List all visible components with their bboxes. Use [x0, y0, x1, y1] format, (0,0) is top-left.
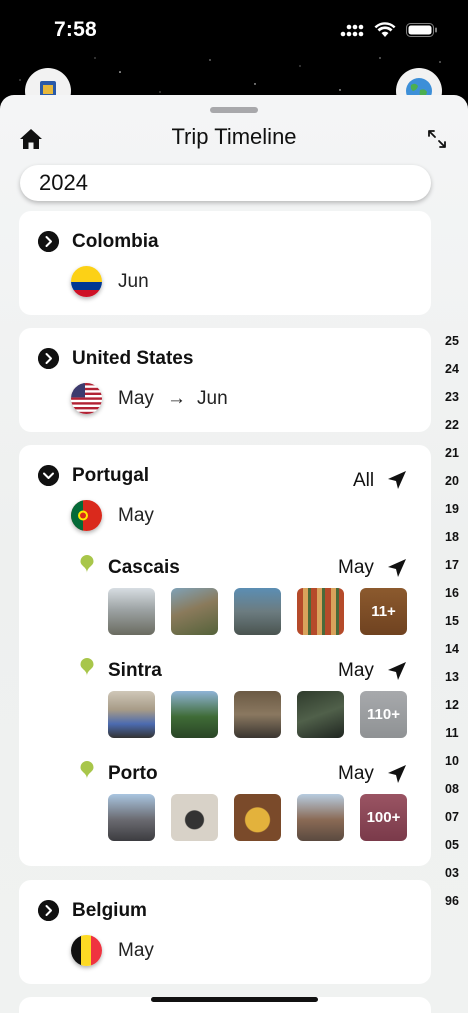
month-range-arrow: → [167, 388, 186, 409]
photo-strip: 110+ [108, 691, 407, 738]
location-arrow-icon[interactable] [387, 764, 407, 784]
filter-all-label[interactable]: All [353, 470, 374, 492]
scrubber-label[interactable]: 20 [436, 467, 468, 495]
scrubber-label[interactable]: 12 [436, 691, 468, 719]
map-pin-icon [80, 761, 94, 779]
home-indicator[interactable] [151, 997, 318, 1002]
country-card-belgium[interactable]: Belgium May [19, 880, 431, 984]
flag-portugal [71, 500, 102, 531]
visit-month-start: May [118, 388, 154, 409]
photo-thumbnail[interactable] [234, 691, 281, 738]
sheet-grabber[interactable] [210, 107, 258, 113]
country-card-portugal[interactable]: Portugal All May Cascais May 11+ Sintra … [19, 445, 431, 866]
city-month: May [338, 557, 374, 578]
scrubber-label[interactable]: 19 [436, 495, 468, 523]
chevron-down-circle-icon[interactable] [38, 465, 59, 486]
battery-icon [406, 23, 437, 37]
location-arrow-icon[interactable] [387, 558, 407, 578]
photo-thumbnail[interactable] [171, 588, 218, 635]
country-name: Belgium [72, 900, 147, 921]
city-month: May [338, 763, 374, 784]
more-photos-thumbnail[interactable]: 11+ [360, 588, 407, 635]
photo-thumbnail[interactable] [234, 588, 281, 635]
status-time: 7:58 [54, 18, 97, 41]
scrubber-label[interactable]: 96 [436, 887, 468, 915]
scrubber-label[interactable]: 21 [436, 439, 468, 467]
photo-thumbnail[interactable] [297, 794, 344, 841]
photo-thumbnail[interactable] [108, 794, 155, 841]
year-scrubber[interactable]: 25 24 23 22 21 20 19 18 17 16 15 14 13 1… [436, 327, 468, 915]
year-selector[interactable]: 2024 [20, 165, 431, 201]
chevron-right-circle-icon[interactable] [38, 348, 59, 369]
scrubber-label[interactable]: 24 [436, 355, 468, 383]
scrubber-label[interactable]: 13 [436, 663, 468, 691]
map-pin-icon [80, 658, 94, 676]
photo-thumbnail[interactable] [108, 588, 155, 635]
country-name: Colombia [72, 231, 159, 252]
city-month: May [338, 660, 374, 681]
wifi-icon [374, 22, 396, 37]
scrubber-label[interactable]: 18 [436, 523, 468, 551]
visit-month-end: Jun [197, 388, 228, 409]
flag-colombia [71, 266, 102, 297]
scrubber-label[interactable]: 17 [436, 551, 468, 579]
scrubber-label[interactable]: 11 [436, 719, 468, 747]
more-photos-thumbnail[interactable]: 110+ [360, 691, 407, 738]
scrubber-label[interactable]: 05 [436, 831, 468, 859]
country-name: Portugal [72, 465, 150, 486]
location-arrow-icon[interactable] [387, 661, 407, 681]
more-photos-count: 11+ [371, 603, 396, 620]
map-pin-icon [80, 555, 94, 573]
scrubber-label[interactable]: 23 [436, 383, 468, 411]
more-photos-thumbnail[interactable]: 100+ [360, 794, 407, 841]
scrubber-label[interactable]: 08 [436, 775, 468, 803]
photo-strip: 11+ [108, 588, 407, 635]
chevron-right-circle-icon[interactable] [38, 900, 59, 921]
photo-thumbnail[interactable] [171, 794, 218, 841]
scrubber-label[interactable]: 22 [436, 411, 468, 439]
city-name: Sintra [108, 660, 162, 681]
visit-month: May [118, 505, 154, 526]
location-arrow-icon[interactable] [387, 470, 407, 490]
cellular-signal-icon [340, 24, 364, 37]
more-photos-count: 100+ [366, 809, 401, 826]
visit-month: May [118, 940, 154, 961]
photo-thumbnail[interactable] [297, 691, 344, 738]
expand-arrows-icon[interactable] [426, 128, 448, 150]
status-bar: 7:58 [0, 0, 468, 62]
photo-thumbnail[interactable] [234, 794, 281, 841]
scrubber-label[interactable]: 10 [436, 747, 468, 775]
chevron-right-circle-icon[interactable] [38, 231, 59, 252]
scrubber-label[interactable]: 16 [436, 579, 468, 607]
more-photos-count: 110+ [367, 706, 400, 723]
scrubber-label[interactable]: 15 [436, 607, 468, 635]
city-name: Cascais [108, 557, 180, 578]
photo-strip: 100+ [108, 794, 407, 841]
scrubber-label[interactable]: 07 [436, 803, 468, 831]
country-name: United States [72, 348, 194, 369]
scrubber-label[interactable]: 25 [436, 327, 468, 355]
scrubber-label[interactable]: 14 [436, 635, 468, 663]
country-card-united-states[interactable]: United States May → Jun [19, 328, 431, 432]
city-name: Porto [108, 763, 158, 784]
scrubber-label[interactable]: 03 [436, 859, 468, 887]
flag-united-states [71, 383, 102, 414]
photo-thumbnail[interactable] [108, 691, 155, 738]
photo-thumbnail[interactable] [171, 691, 218, 738]
sheet-title: Trip Timeline [171, 124, 297, 149]
visit-month: Jun [118, 271, 149, 292]
flag-belgium [71, 935, 102, 966]
country-card-colombia[interactable]: Colombia Jun [19, 211, 431, 315]
trip-timeline-sheet: Trip Timeline 2024 Colombia Jun United S… [0, 95, 468, 1013]
photo-thumbnail[interactable] [297, 588, 344, 635]
